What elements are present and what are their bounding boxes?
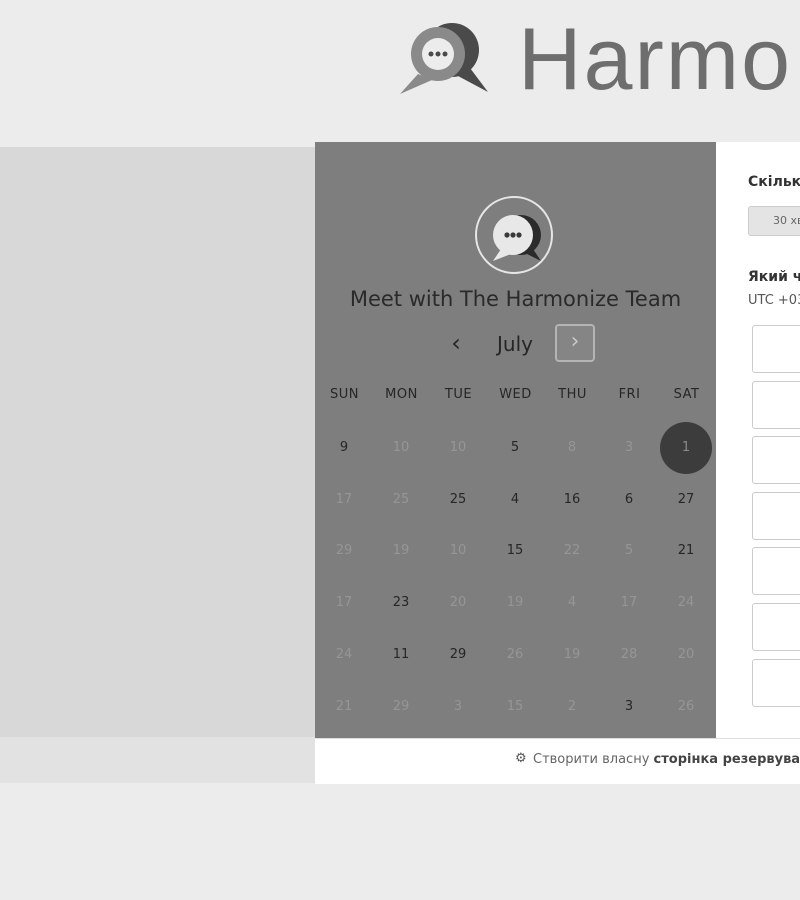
weekday-label: WED <box>499 387 532 402</box>
calendar-day: 29 <box>335 543 353 559</box>
calendar-day[interactable]: 4 <box>489 474 541 526</box>
calendar-day[interactable]: 3 <box>603 681 655 733</box>
time-slot-button[interactable] <box>752 436 800 485</box>
footer-text-bold: сторінка резервува <box>653 752 800 767</box>
footer-text-prefix: Створити власну <box>533 752 650 767</box>
calendar-day: 21 <box>335 698 353 714</box>
left-background-strip <box>0 737 316 783</box>
page-header: Harmo <box>0 0 800 140</box>
calendar-day: 2 <box>567 698 577 714</box>
calendar-day: 19 <box>392 543 410 559</box>
chat-bubble-logo-icon <box>400 23 488 94</box>
calendar-day: 10 <box>449 543 467 559</box>
calendar-day[interactable]: 5 <box>489 422 541 474</box>
previous-month-button[interactable]: ‹ <box>437 326 475 362</box>
calendar-day: 19 <box>563 646 581 662</box>
meeting-title: Meet with The Harmonize Team <box>349 287 682 311</box>
calendar-day: 4 <box>567 595 577 611</box>
chat-bubble-avatar-icon <box>493 215 541 261</box>
time-slot-button[interactable] <box>752 380 800 429</box>
calendar-day: 26 <box>506 646 524 662</box>
calendar-day[interactable]: 25 <box>432 474 484 526</box>
weekday-label: SUN <box>330 387 359 402</box>
calendar-day: 29 <box>392 698 410 714</box>
calendar-day[interactable]: 23 <box>375 577 427 629</box>
left-background-panel <box>0 147 316 737</box>
time-slot-button[interactable] <box>752 658 800 707</box>
weekday-label: FRI <box>618 387 641 402</box>
time-slot-button[interactable] <box>752 547 800 596</box>
organizer-avatar <box>475 196 553 274</box>
calendar-day: 10 <box>392 440 410 455</box>
calendar-day: 3 <box>453 698 463 714</box>
time-slot-button[interactable] <box>752 603 800 651</box>
calendar-day: 24 <box>677 595 695 611</box>
calendar-day: 8 <box>567 440 577 455</box>
calendar-panel: Meet with The Harmonize Team ‹ July › SU… <box>315 142 716 738</box>
calendar-day: 24 <box>335 646 353 662</box>
calendar-day[interactable]: 29 <box>432 629 484 681</box>
calendar-day: 17 <box>335 491 353 507</box>
month-navigation: ‹ July › <box>315 324 716 366</box>
weekday-header-row: SUN MON TUE WED THU FRI SAT <box>315 387 716 407</box>
time-slot-button[interactable] <box>752 491 800 540</box>
calendar-day[interactable]: 27 <box>660 474 712 526</box>
next-month-button[interactable]: › <box>555 324 595 362</box>
weekday-label: TUE <box>444 387 473 402</box>
create-own-page-link[interactable]: ⚙ Створити власну сторінка резервува <box>515 751 800 767</box>
footer-bar: ⚙ Створити власну сторінка резервува <box>315 738 800 784</box>
calendar-day-selected[interactable]: 1 <box>660 422 712 474</box>
duration-question: Скільк <box>748 174 800 190</box>
calendar-day: 20 <box>677 646 695 662</box>
weekday-label: MON <box>385 387 418 402</box>
calendar-day[interactable]: 6 <box>603 474 655 526</box>
time-slot-button[interactable] <box>752 325 800 373</box>
calendar-day: 26 <box>677 698 695 714</box>
time-question: Який ч <box>748 269 800 285</box>
calendar-day[interactable]: 16 <box>546 474 598 526</box>
calendar-day: 3 <box>624 440 634 455</box>
calendar-day: 28 <box>620 646 638 662</box>
calendar-day[interactable]: 15 <box>489 525 541 577</box>
calendar-day: 20 <box>449 595 467 611</box>
calendar-day: 15 <box>506 698 524 714</box>
month-label: July <box>497 332 533 356</box>
calendar-day: 17 <box>620 595 638 611</box>
calendar-day: 5 <box>624 543 634 559</box>
duration-option-button[interactable]: 30 хв <box>748 206 800 236</box>
calendar-day: 10 <box>449 440 467 455</box>
calendar-day[interactable]: 11 <box>375 629 427 681</box>
calendar-day: 25 <box>392 491 410 507</box>
calendar-day[interactable]: 21 <box>660 525 712 577</box>
calendar-day[interactable]: 9 <box>318 422 370 474</box>
brand-name: Harmo <box>518 9 793 108</box>
calendar-day: 22 <box>563 543 581 559</box>
hubspot-sprocket-icon: ⚙ <box>515 751 527 766</box>
calendar-day: 19 <box>506 595 524 611</box>
meetings-widget: Meet with The Harmonize Team ‹ July › SU… <box>315 142 800 738</box>
weekday-label: THU <box>558 387 587 402</box>
timezone-label[interactable]: UTC +03 <box>748 293 800 308</box>
weekday-label: SAT <box>673 387 700 402</box>
booking-panel: Скільк 30 хв Який ч UTC +03 <box>716 142 800 738</box>
calendar-day: 17 <box>335 595 353 611</box>
